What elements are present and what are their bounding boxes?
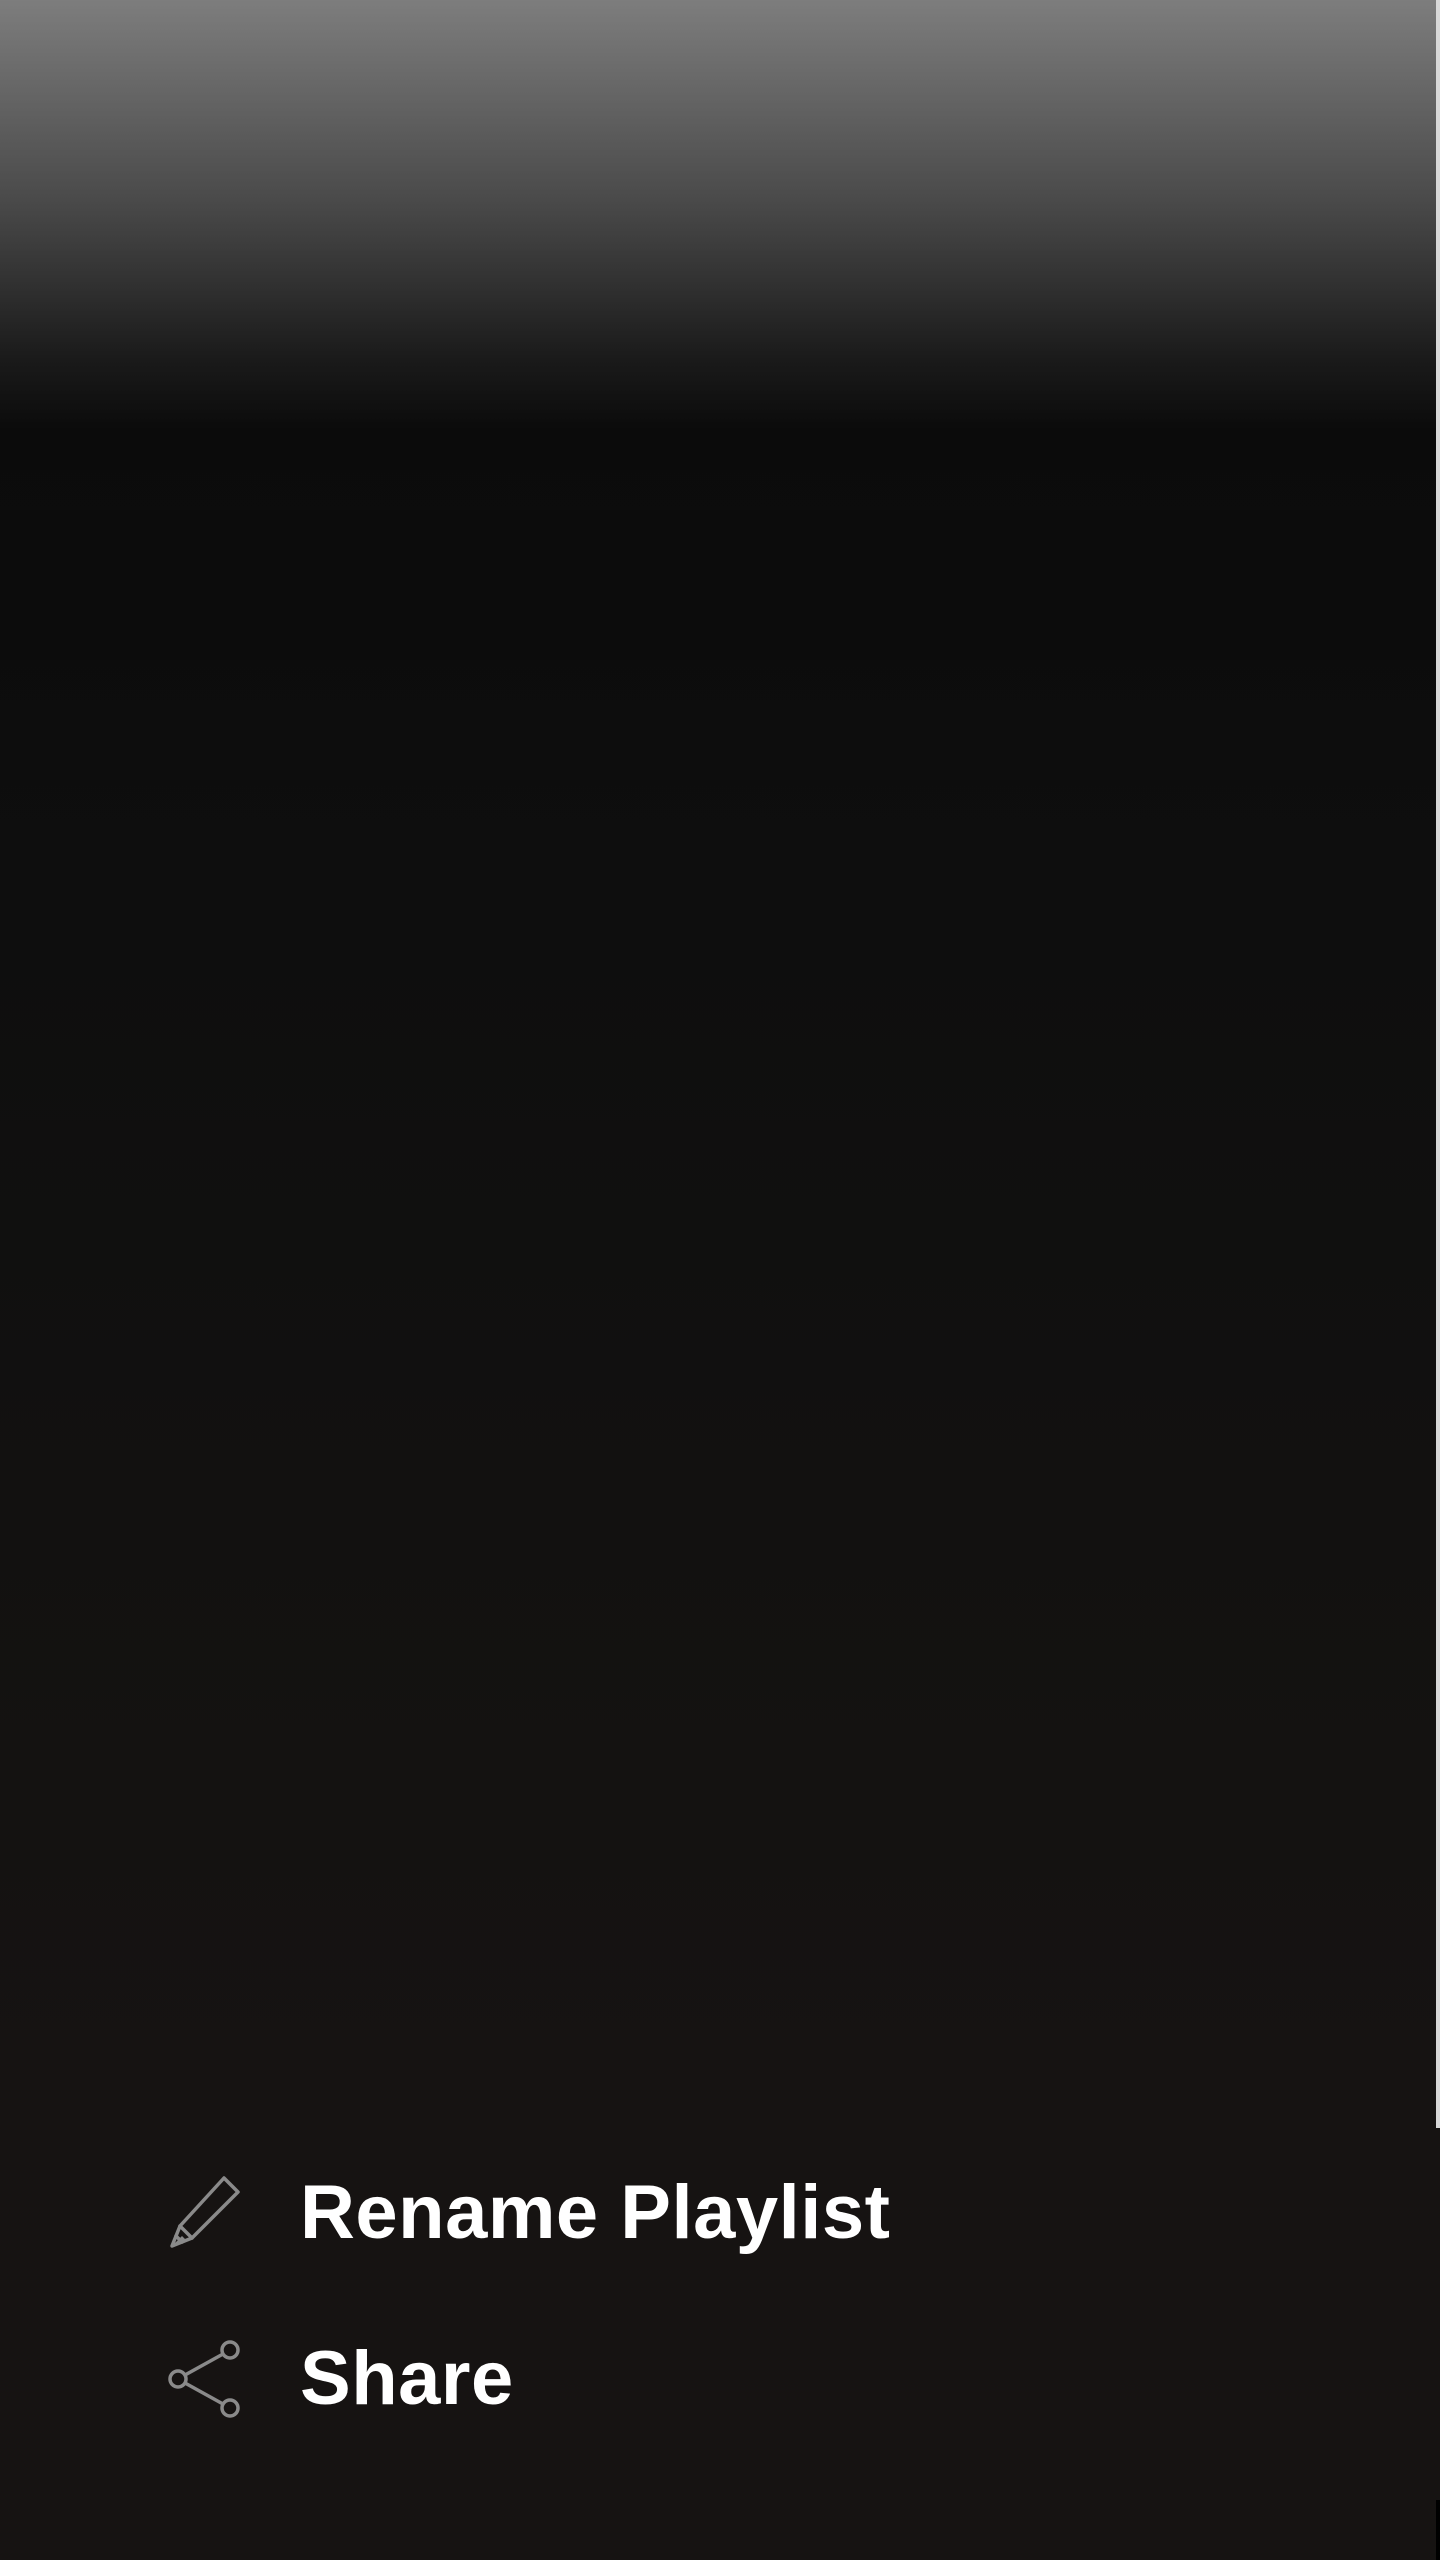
- menu-item-label: Share: [300, 2336, 514, 2421]
- menu-item-label: Rename Playlist: [300, 2170, 891, 2255]
- scrollbar-track: [1436, 0, 1440, 2128]
- context-menu: Rename Playlist Share: [0, 2130, 1436, 2462]
- menu-item-share[interactable]: Share: [0, 2296, 1436, 2462]
- screen: Rename Playlist Share: [0, 0, 1440, 2560]
- pencil-icon: [164, 2172, 246, 2254]
- share-icon: [164, 2338, 246, 2420]
- edge-marker: [1436, 2500, 1440, 2560]
- menu-item-rename-playlist[interactable]: Rename Playlist: [0, 2130, 1436, 2296]
